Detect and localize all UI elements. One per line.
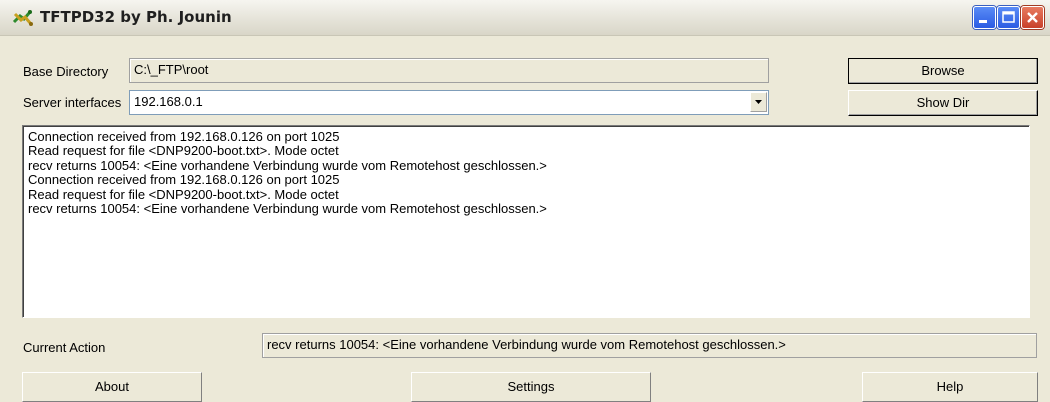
settings-button[interactable]: Settings (411, 372, 651, 402)
title-bar[interactable]: TFTPD32 by Ph. Jounin (0, 0, 1050, 36)
window-title: TFTPD32 by Ph. Jounin (40, 8, 232, 26)
chevron-down-icon (755, 100, 762, 104)
app-window: TFTPD32 by Ph. Jounin Base Directory C:\… (0, 0, 1050, 402)
log-panel[interactable]: Connection received from 192.168.0.126 o… (22, 125, 1030, 318)
maximize-button[interactable] (997, 6, 1020, 29)
maximize-icon (1002, 11, 1015, 23)
close-icon (1027, 12, 1038, 23)
help-button[interactable]: Help (862, 372, 1038, 402)
log-line: Read request for file <DNP9200-boot.txt>… (28, 143, 339, 159)
log-line: Connection received from 192.168.0.126 o… (28, 172, 340, 188)
server-interfaces-dropdown-button[interactable] (750, 92, 767, 112)
about-button[interactable]: About (22, 372, 202, 402)
minimize-button[interactable] (973, 6, 996, 29)
current-action-field: recv returns 10054: <Eine vorhandene Ver… (262, 333, 1037, 358)
close-button[interactable] (1021, 6, 1044, 29)
server-interfaces-label: Server interfaces (23, 95, 122, 110)
browse-button[interactable]: Browse (848, 58, 1038, 84)
server-interfaces-select[interactable]: 192.168.0.1 (129, 90, 769, 115)
show-dir-button[interactable]: Show Dir (848, 90, 1038, 116)
server-interfaces-value: 192.168.0.1 (134, 94, 203, 109)
base-directory-label: Base Directory (23, 64, 109, 79)
minimize-icon (979, 20, 987, 23)
base-directory-field: C:\_FTP\root (129, 58, 769, 83)
log-line: Read request for file <DNP9200-boot.txt>… (28, 186, 339, 202)
log-line: Connection received from 192.168.0.126 o… (28, 129, 340, 144)
log-line: recv returns 10054: <Eine vorhandene Ver… (28, 157, 547, 173)
tftpd-app-icon (12, 8, 34, 28)
current-action-label: Current Action (23, 340, 106, 355)
log-line: recv returns 10054: <Eine vorhandene Ver… (28, 201, 547, 217)
